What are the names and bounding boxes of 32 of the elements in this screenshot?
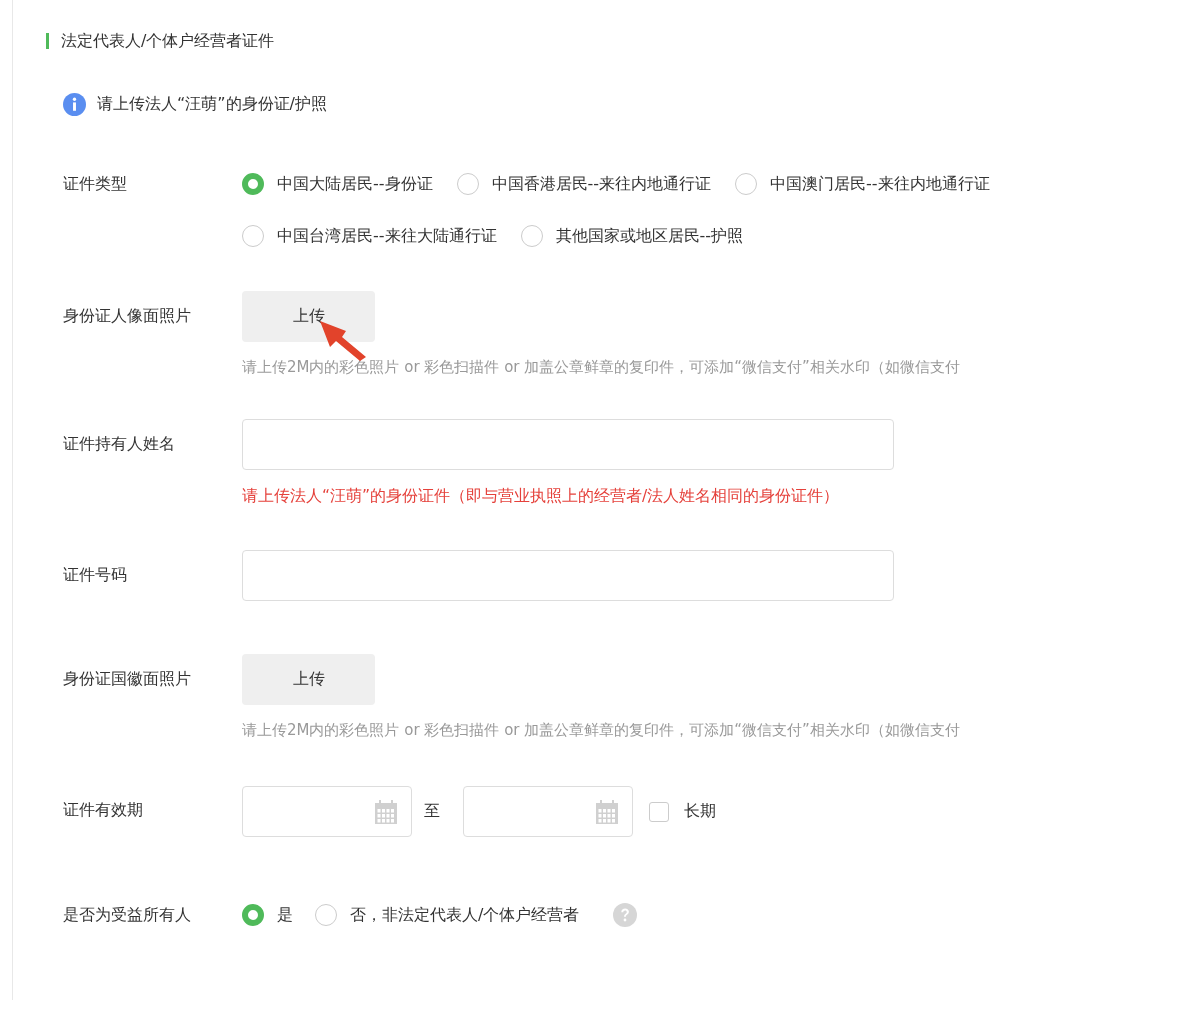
upload-button[interactable]: 上传 — [242, 654, 375, 705]
radio-option[interactable]: 中国大陆居民--身份证 — [242, 172, 433, 196]
error-text: 请上传法人“汪萌”的身份证件（即与营业执照上的经营者/法人姓名相同的身份证件） — [242, 486, 841, 507]
radio-option[interactable]: 中国香港居民--来往内地通行证 — [456, 172, 712, 196]
field-label: 身份证国徽面照片 — [63, 668, 192, 690]
field-label: 是否为受益所有人 — [63, 904, 192, 926]
field-label: 证件号码 — [63, 564, 128, 586]
section-title: 法定代表人/个体户经营者证件 — [61, 30, 275, 52]
radio-option[interactable]: 其他国家或地区居民--护照 — [520, 224, 744, 248]
field-label: 身份证人像面照片 — [63, 305, 192, 327]
radio-option[interactable]: 中国澳门居民--来往内地通行证 — [735, 172, 990, 196]
calendar-icon — [596, 799, 618, 824]
input-field[interactable] — [242, 550, 894, 601]
field-label: 证件持有人姓名 — [63, 433, 176, 455]
range-separator: 至 — [424, 801, 440, 822]
info-icon — [63, 92, 86, 116]
radio-option[interactable]: 是 — [242, 903, 293, 927]
date-field[interactable] — [242, 786, 412, 837]
notice-text: 请上传法人“汪萌”的身份证/护照 — [97, 93, 327, 115]
checkbox-option[interactable]: 长期 — [649, 801, 716, 822]
help-icon[interactable] — [613, 903, 638, 927]
radio-option[interactable]: 中国台湾居民--来往大陆通行证 — [242, 224, 497, 248]
calendar-icon — [375, 799, 397, 824]
date-field[interactable] — [463, 786, 633, 837]
field-label: 证件类型 — [63, 173, 128, 195]
field-label: 证件有效期 — [63, 799, 144, 821]
hint-text: 请上传2M内的彩色照片 or 彩色扫描件 or 加盖公章鲜章的复印件，可添加“微信支付”相关水印（如微信支付 — [242, 721, 960, 740]
hint-text: 请上传2M内的彩色照片 or 彩色扫描件 or 加盖公章鲜章的复印件，可添加“微信支付”相关水印（如微信支付 — [242, 358, 960, 377]
radio-option[interactable]: 否，非法定代表人/个体户经营者 — [315, 903, 580, 927]
input-field[interactable] — [242, 419, 894, 470]
upload-button[interactable]: 上传 — [242, 291, 375, 342]
accent-bar — [46, 33, 49, 49]
